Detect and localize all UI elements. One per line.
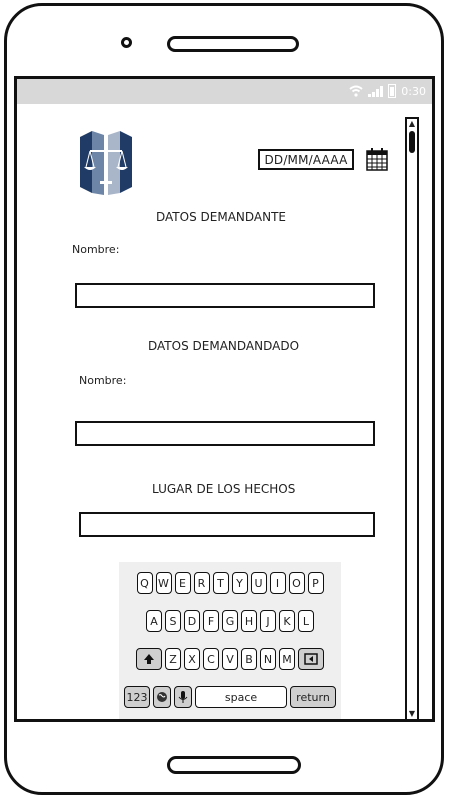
home-button[interactable] xyxy=(167,756,301,774)
space-key[interactable]: space xyxy=(195,686,287,708)
status-time: 0:30 xyxy=(401,84,426,98)
shift-icon xyxy=(144,654,154,664)
keyboard-row-4: 123 space return xyxy=(119,686,341,708)
keyboard-row-1: QWERTYUIOP xyxy=(119,572,341,594)
shift-key[interactable] xyxy=(136,648,162,670)
key-a[interactable]: A xyxy=(146,610,162,632)
scrollbar[interactable]: ▲ ▼ xyxy=(405,117,419,719)
globe-key[interactable] xyxy=(153,686,171,708)
backspace-key[interactable] xyxy=(298,648,324,670)
section-title-lugar: LUGAR DE LOS HECHOS xyxy=(152,482,296,496)
backspace-icon xyxy=(304,653,318,665)
status-bar: 0:30 xyxy=(17,79,432,104)
name-label-demandado: Nombre: xyxy=(79,374,127,387)
name-input-demandante[interactable] xyxy=(75,283,375,308)
numbers-key[interactable]: 123 xyxy=(124,686,150,708)
key-u[interactable]: U xyxy=(250,572,267,594)
screen: 0:30 DD/MM/AAAA DATOS DEMANDANTE Nombre:… xyxy=(14,76,435,722)
key-i[interactable]: I xyxy=(269,572,286,594)
wifi-icon xyxy=(349,85,363,97)
section-title-demandado: DATOS DEMANDANDADO xyxy=(148,339,300,353)
key-e[interactable]: E xyxy=(174,572,191,594)
camera xyxy=(121,37,132,48)
key-x[interactable]: X xyxy=(184,648,200,670)
speaker-slot xyxy=(167,36,299,52)
name-input-demandado[interactable] xyxy=(75,421,375,446)
keyboard: QWERTYUIOP ASDFGHJKL ZXCVBNM 123 space r… xyxy=(119,562,341,719)
lugar-input[interactable] xyxy=(79,512,375,537)
key-z[interactable]: Z xyxy=(165,648,181,670)
key-s[interactable]: S xyxy=(165,610,181,632)
mic-icon xyxy=(178,691,188,703)
keyboard-row-3: ZXCVBNM xyxy=(119,648,341,670)
date-placeholder: DD/MM/AAAA xyxy=(264,152,348,167)
key-o[interactable]: O xyxy=(288,572,305,594)
globe-icon xyxy=(157,692,167,702)
key-p[interactable]: P xyxy=(307,572,324,594)
key-r[interactable]: R xyxy=(193,572,210,594)
keyboard-row-2: ASDFGHJKL xyxy=(119,610,341,632)
battery-icon xyxy=(388,84,397,98)
key-b[interactable]: B xyxy=(241,648,257,670)
key-c[interactable]: C xyxy=(203,648,219,670)
key-h[interactable]: H xyxy=(241,610,257,632)
name-label-demandante: Nombre: xyxy=(72,243,120,256)
key-g[interactable]: G xyxy=(222,610,238,632)
key-t[interactable]: T xyxy=(212,572,229,594)
key-w[interactable]: W xyxy=(155,572,172,594)
key-l[interactable]: L xyxy=(298,610,314,632)
return-key[interactable]: return xyxy=(290,686,336,708)
date-field[interactable]: DD/MM/AAAA xyxy=(258,149,354,170)
scroll-down-arrow[interactable]: ▼ xyxy=(407,709,417,719)
key-q[interactable]: Q xyxy=(136,572,153,594)
key-n[interactable]: N xyxy=(260,648,276,670)
key-y[interactable]: Y xyxy=(231,572,248,594)
key-j[interactable]: J xyxy=(260,610,276,632)
mic-key[interactable] xyxy=(174,686,192,708)
section-title-demandante: DATOS DEMANDANTE xyxy=(156,210,287,224)
scroll-thumb[interactable] xyxy=(409,131,415,153)
key-k[interactable]: K xyxy=(279,610,295,632)
key-d[interactable]: D xyxy=(184,610,200,632)
signal-icon xyxy=(368,85,384,97)
justice-logo xyxy=(80,131,132,195)
key-m[interactable]: M xyxy=(279,648,295,670)
key-f[interactable]: F xyxy=(203,610,219,632)
calendar-icon[interactable] xyxy=(366,147,388,171)
key-v[interactable]: V xyxy=(222,648,238,670)
scroll-up-arrow[interactable]: ▲ xyxy=(407,119,417,129)
